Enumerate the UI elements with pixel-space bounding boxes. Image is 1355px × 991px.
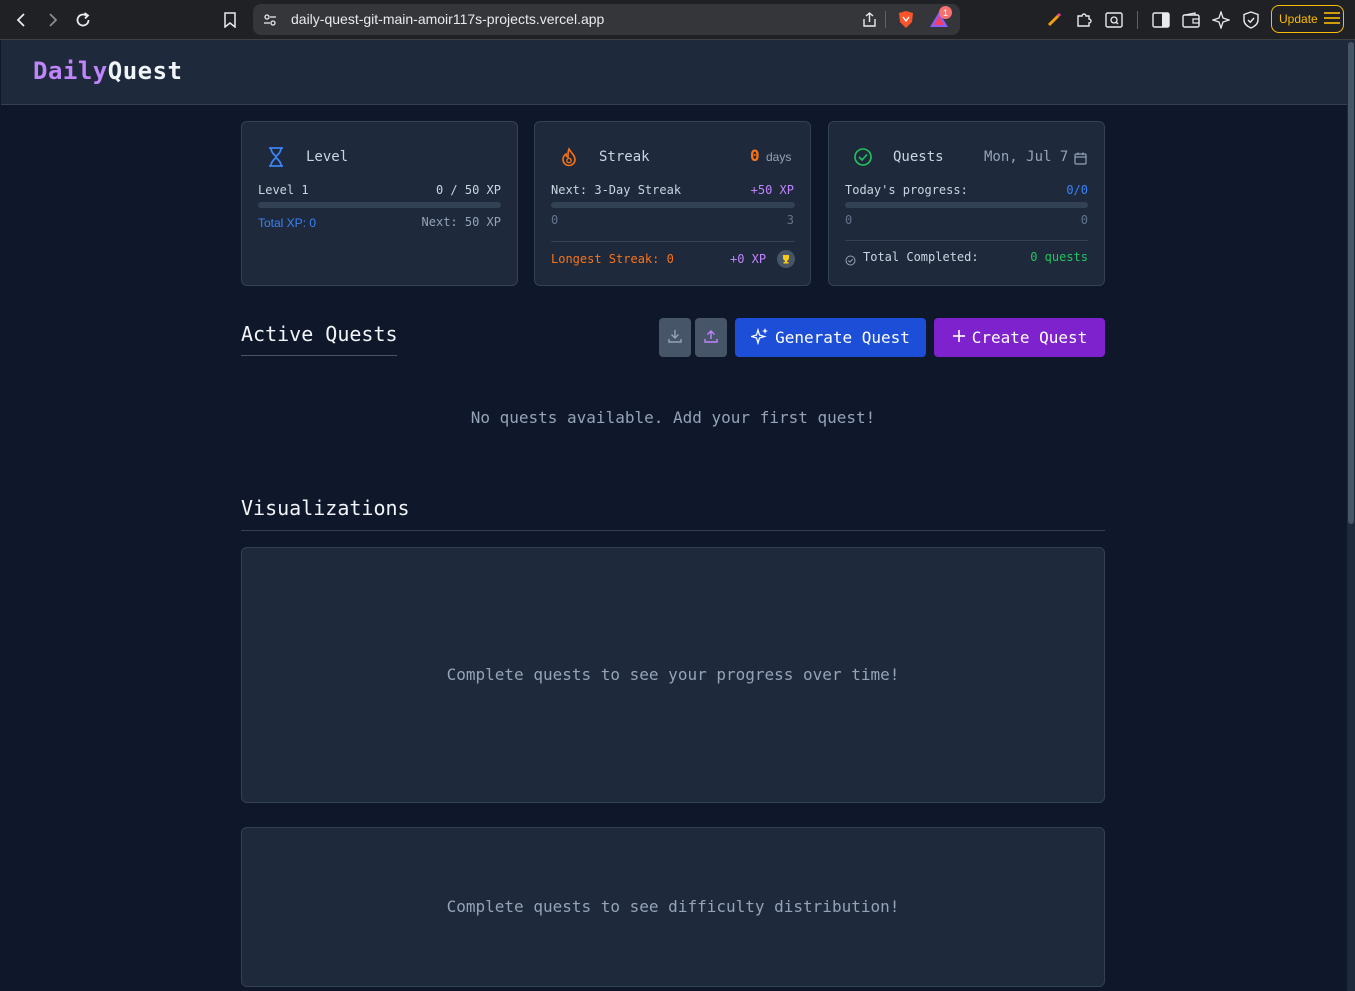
longest-streak-xp: +0 XP <box>730 252 767 266</box>
next-streak-bonus: +50 XP <box>750 183 794 197</box>
next-streak-label: Next: 3-Day Streak <box>551 183 682 197</box>
next-level-xp: Next: 50 XP <box>421 215 501 229</box>
sparkles-icon <box>749 327 769 349</box>
quests-divider <box>845 240 1088 241</box>
streak-card-title: Streak <box>599 149 650 165</box>
small-check-icon <box>845 251 856 270</box>
streak-days-label: days <box>766 150 792 164</box>
create-quest-label: Create Quest <box>971 328 1088 347</box>
flame-icon <box>559 147 579 171</box>
bookmark-icon[interactable] <box>218 8 242 32</box>
url-text: daily-quest-git-main-amoir117s-projects.… <box>291 11 605 27</box>
calendar-icon <box>1074 150 1087 169</box>
brave-shield-icon[interactable] <box>897 10 915 33</box>
difficulty-chart-empty: Complete quests to see difficulty distri… <box>446 897 900 916</box>
reload-icon[interactable] <box>71 8 95 32</box>
level-card-title: Level <box>306 149 349 165</box>
quests-card: Quests Mon, Jul 7 Today's progress: 0/0 … <box>828 121 1105 286</box>
update-label: Update <box>1279 12 1318 26</box>
leo-ai-icon[interactable] <box>1210 9 1232 31</box>
vpn-shield-icon[interactable] <box>1240 9 1262 31</box>
back-icon[interactable] <box>10 8 34 32</box>
check-circle-icon <box>853 147 873 171</box>
logo-part-quest: Quest <box>107 57 183 85</box>
active-quests-underline <box>241 355 397 356</box>
hourglass-icon <box>266 146 286 172</box>
page-scrollbar[interactable] <box>1347 40 1355 991</box>
logo-part-daily: Daily <box>33 57 108 85</box>
xp-progress: 0 / 50 XP <box>435 183 501 197</box>
generate-quest-label: Generate Quest <box>775 328 910 347</box>
app-header: DailyQuest <box>1 40 1347 105</box>
total-xp: Total XP: 0 <box>258 216 317 230</box>
share-icon[interactable] <box>861 11 878 32</box>
today-progress-value: 0/0 <box>1066 183 1088 197</box>
quests-max: 0 <box>1080 213 1088 227</box>
pen-extension-icon[interactable] <box>1043 9 1065 31</box>
sidebar-icon[interactable] <box>1150 9 1172 31</box>
level-label: Level 1 <box>258 183 309 197</box>
quests-min: 0 <box>845 213 853 227</box>
streak-progress-bar <box>551 202 795 208</box>
level-card: Level Level 1 0 / 50 XP Total XP: 0 Next… <box>241 121 518 286</box>
create-quest-button[interactable]: Create Quest <box>934 318 1105 357</box>
reader-search-icon[interactable] <box>1103 9 1125 31</box>
today-progress-label: Today's progress: <box>845 183 968 197</box>
notification-badge: 1 <box>939 6 952 19</box>
longest-streak: Longest Streak: 0 <box>551 252 674 266</box>
site-settings-icon[interactable] <box>263 12 277 31</box>
download-icon <box>668 328 682 347</box>
scrollbar-thumb[interactable] <box>1348 42 1354 524</box>
update-button[interactable]: Update <box>1271 5 1344 33</box>
no-quests-message: No quests available. Add your first ques… <box>470 408 876 427</box>
difficulty-chart-panel: Complete quests to see difficulty distri… <box>241 827 1105 987</box>
trophy-icon <box>777 250 795 268</box>
generate-quest-button[interactable]: Generate Quest <box>735 318 926 357</box>
app-logo[interactable]: DailyQuest <box>33 57 183 85</box>
total-completed-label: Total Completed: <box>863 250 979 264</box>
current-date: Mon, Jul 7 <box>984 149 1069 165</box>
wallet-icon[interactable] <box>1180 9 1202 31</box>
visualizations-title: Visualizations <box>241 496 410 520</box>
visualizations-divider <box>241 530 1105 531</box>
menu-icon <box>1323 11 1340 27</box>
streak-divider <box>551 241 795 242</box>
plus-icon <box>952 328 966 347</box>
quests-progress-bar <box>845 202 1088 208</box>
upload-icon <box>704 328 718 347</box>
export-button[interactable] <box>659 318 691 357</box>
extensions-puzzle-icon[interactable] <box>1073 9 1095 31</box>
level-progress-bar <box>258 202 501 208</box>
import-button[interactable] <box>695 318 727 357</box>
streak-card: Streak 0 days Next: 3-Day Streak +50 XP … <box>534 121 811 286</box>
streak-max: 3 <box>786 213 794 227</box>
quests-card-title: Quests <box>893 149 944 165</box>
total-completed-value: 0 quests <box>1030 250 1088 264</box>
progress-chart-panel: Complete quests to see your progress ove… <box>241 547 1105 803</box>
streak-min: 0 <box>551 213 559 227</box>
address-bar[interactable]: daily-quest-git-main-amoir117s-projects.… <box>253 4 960 35</box>
active-quests-title: Active Quests <box>241 322 398 346</box>
forward-icon[interactable] <box>40 8 64 32</box>
progress-chart-empty: Complete quests to see your progress ove… <box>446 665 900 684</box>
streak-days-count: 0 <box>750 146 760 165</box>
browser-toolbar: daily-quest-git-main-amoir117s-projects.… <box>0 0 1355 40</box>
